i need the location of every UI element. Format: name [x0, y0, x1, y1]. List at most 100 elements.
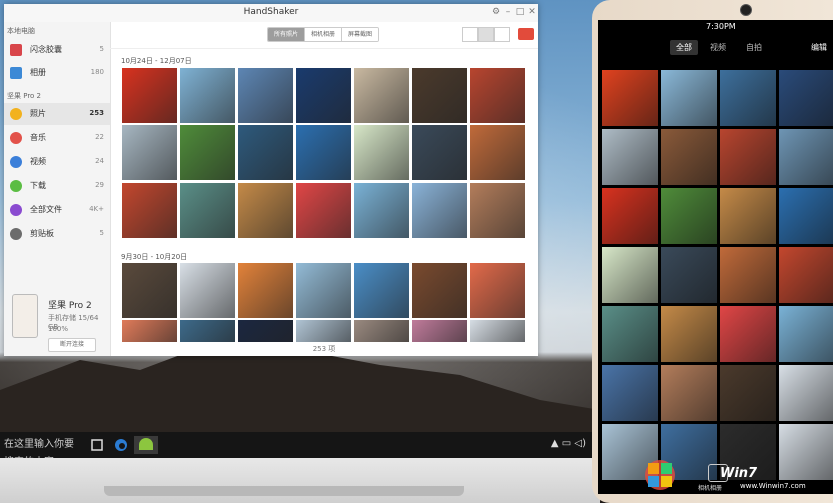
phone-photo-thumbnail[interactable]	[602, 306, 658, 362]
phone-photo-thumbnail[interactable]	[720, 70, 776, 126]
watermark-text: Win7	[720, 466, 758, 481]
photo-thumbnail[interactable]	[296, 68, 351, 123]
photo-thumbnail[interactable]	[238, 183, 293, 238]
sidebar-item-album[interactable]: 相册 180	[4, 62, 110, 84]
phone-photo-thumbnail[interactable]	[779, 247, 833, 303]
phone-edit-button[interactable]: 编辑	[811, 42, 827, 53]
phone-clock: 7:30PM	[706, 22, 736, 31]
grid-view-icon[interactable]	[478, 27, 494, 42]
phone-photo-thumbnail[interactable]	[602, 129, 658, 185]
phone-photo-thumbnail[interactable]	[720, 365, 776, 421]
photo-thumbnail[interactable]	[354, 125, 409, 180]
phone-photo-thumbnail[interactable]	[720, 129, 776, 185]
sidebar-item-music[interactable]: 音乐 22	[4, 127, 110, 149]
phone-photo-thumbnail[interactable]	[661, 129, 717, 185]
photo-thumbnail[interactable]	[296, 183, 351, 238]
phone-photo-thumbnail[interactable]	[779, 129, 833, 185]
phone-photo-thumbnail[interactable]	[661, 188, 717, 244]
photo-thumbnail[interactable]	[296, 125, 351, 180]
sidebar: 本地电脑 闪念胶囊 5 相册 180 坚果 Pro 2 照片 253 音乐 22…	[4, 22, 111, 356]
system-tray[interactable]: ▲ ▭ ◁)	[551, 438, 586, 452]
phone-tab-selfie[interactable]: 自拍	[746, 42, 762, 53]
delete-button[interactable]	[518, 28, 534, 40]
photo-thumbnail[interactable]	[122, 183, 177, 238]
photo-thumbnail[interactable]	[296, 263, 351, 318]
close-icon[interactable]: ✕	[526, 6, 538, 18]
phone-photo-thumbnail[interactable]	[779, 70, 833, 126]
photo-thumbnail[interactable]	[180, 320, 235, 342]
sidebar-item-flash-capsule[interactable]: 闪念胶囊 5	[4, 39, 110, 61]
phone-photo-thumbnail[interactable]	[720, 247, 776, 303]
sidebar-item-clipboard[interactable]: 剪贴板 5	[4, 223, 110, 245]
disconnect-button[interactable]: 断开连接	[48, 338, 96, 352]
photo-thumbnail[interactable]	[412, 263, 467, 318]
photo-thumbnail[interactable]	[412, 183, 467, 238]
phone-photo-thumbnail[interactable]	[602, 365, 658, 421]
photo-thumbnail[interactable]	[238, 125, 293, 180]
tab-screenshots[interactable]: 屏幕截图	[342, 28, 379, 41]
photo-thumbnail[interactable]	[412, 320, 467, 342]
android-app-icon[interactable]	[134, 436, 158, 454]
photo-thumbnail[interactable]	[238, 68, 293, 123]
phone-tab-all[interactable]: 全部	[670, 40, 698, 55]
large-grid-view-icon[interactable]	[494, 27, 510, 42]
minimize-icon[interactable]: –	[502, 6, 514, 18]
photo-thumbnail[interactable]	[470, 263, 525, 318]
phone-photo-thumbnail[interactable]	[779, 306, 833, 362]
laptop-base	[0, 458, 600, 503]
photo-thumbnail[interactable]	[354, 320, 409, 342]
sidebar-item-count: 22	[95, 133, 104, 141]
phone-photo-thumbnail[interactable]	[602, 247, 658, 303]
photo-thumbnail[interactable]	[180, 263, 235, 318]
sidebar-item-all-files[interactable]: 全部文件 4K+	[4, 199, 110, 221]
photo-thumbnail[interactable]	[470, 68, 525, 123]
tab-camera-album[interactable]: 相机相册	[305, 28, 343, 41]
window-title: HandShaker	[243, 7, 299, 17]
photo-thumbnail[interactable]	[122, 320, 177, 342]
maximize-icon[interactable]: □	[514, 6, 526, 18]
photo-thumbnail[interactable]	[470, 125, 525, 180]
phone-photo-thumbnail[interactable]	[720, 188, 776, 244]
local-computer-header: 本地电脑	[7, 27, 35, 35]
photo-thumbnail[interactable]	[354, 263, 409, 318]
sidebar-item-video[interactable]: 视频 24	[4, 151, 110, 173]
task-view-icon[interactable]	[88, 436, 106, 454]
photo-thumbnail[interactable]	[122, 125, 177, 180]
phone-photo-thumbnail[interactable]	[779, 188, 833, 244]
download-icon	[10, 180, 22, 192]
phone-photo-thumbnail[interactable]	[779, 365, 833, 421]
sidebar-item-count: 5	[99, 229, 104, 237]
photo-thumbnail[interactable]	[180, 125, 235, 180]
phone-photo-thumbnail[interactable]	[661, 306, 717, 362]
photo-thumbnail[interactable]	[238, 320, 293, 342]
phone-photo-thumbnail[interactable]	[661, 365, 717, 421]
phone-tab-video[interactable]: 视频	[710, 42, 726, 53]
photo-thumbnail[interactable]	[296, 320, 351, 342]
taskbar-search-box[interactable]: 在这里输入你要搜索的内容	[4, 436, 82, 468]
photo-thumbnail[interactable]	[122, 263, 177, 318]
photo-thumbnail[interactable]	[412, 68, 467, 123]
photo-thumbnail[interactable]	[412, 125, 467, 180]
photo-thumbnail[interactable]	[354, 183, 409, 238]
phone-photo-thumbnail[interactable]	[661, 70, 717, 126]
photo-thumbnail[interactable]	[238, 263, 293, 318]
phone-photo-thumbnail[interactable]	[661, 247, 717, 303]
photo-thumbnail[interactable]	[354, 68, 409, 123]
sidebar-item-count: 29	[95, 181, 104, 189]
photo-thumbnail[interactable]	[122, 68, 177, 123]
sidebar-item-photos[interactable]: 照片 253	[4, 103, 110, 125]
sidebar-item-label: 全部文件	[30, 205, 62, 214]
photo-thumbnail[interactable]	[470, 183, 525, 238]
phone-photo-thumbnail[interactable]	[720, 306, 776, 362]
phone-photo-thumbnail[interactable]	[602, 70, 658, 126]
list-view-icon[interactable]	[462, 27, 478, 42]
photo-thumbnail[interactable]	[180, 183, 235, 238]
photo-thumbnail[interactable]	[470, 320, 525, 342]
tab-all-photos[interactable]: 所有照片	[268, 28, 306, 41]
photo-thumbnail[interactable]	[180, 68, 235, 123]
edge-browser-icon[interactable]	[112, 436, 130, 454]
sidebar-item-downloads[interactable]: 下载 29	[4, 175, 110, 197]
phone-photo-thumbnail[interactable]	[602, 188, 658, 244]
settings-icon[interactable]: ⚙	[490, 6, 502, 18]
date-range-label: 9月30日 - 10月20日	[121, 253, 188, 261]
